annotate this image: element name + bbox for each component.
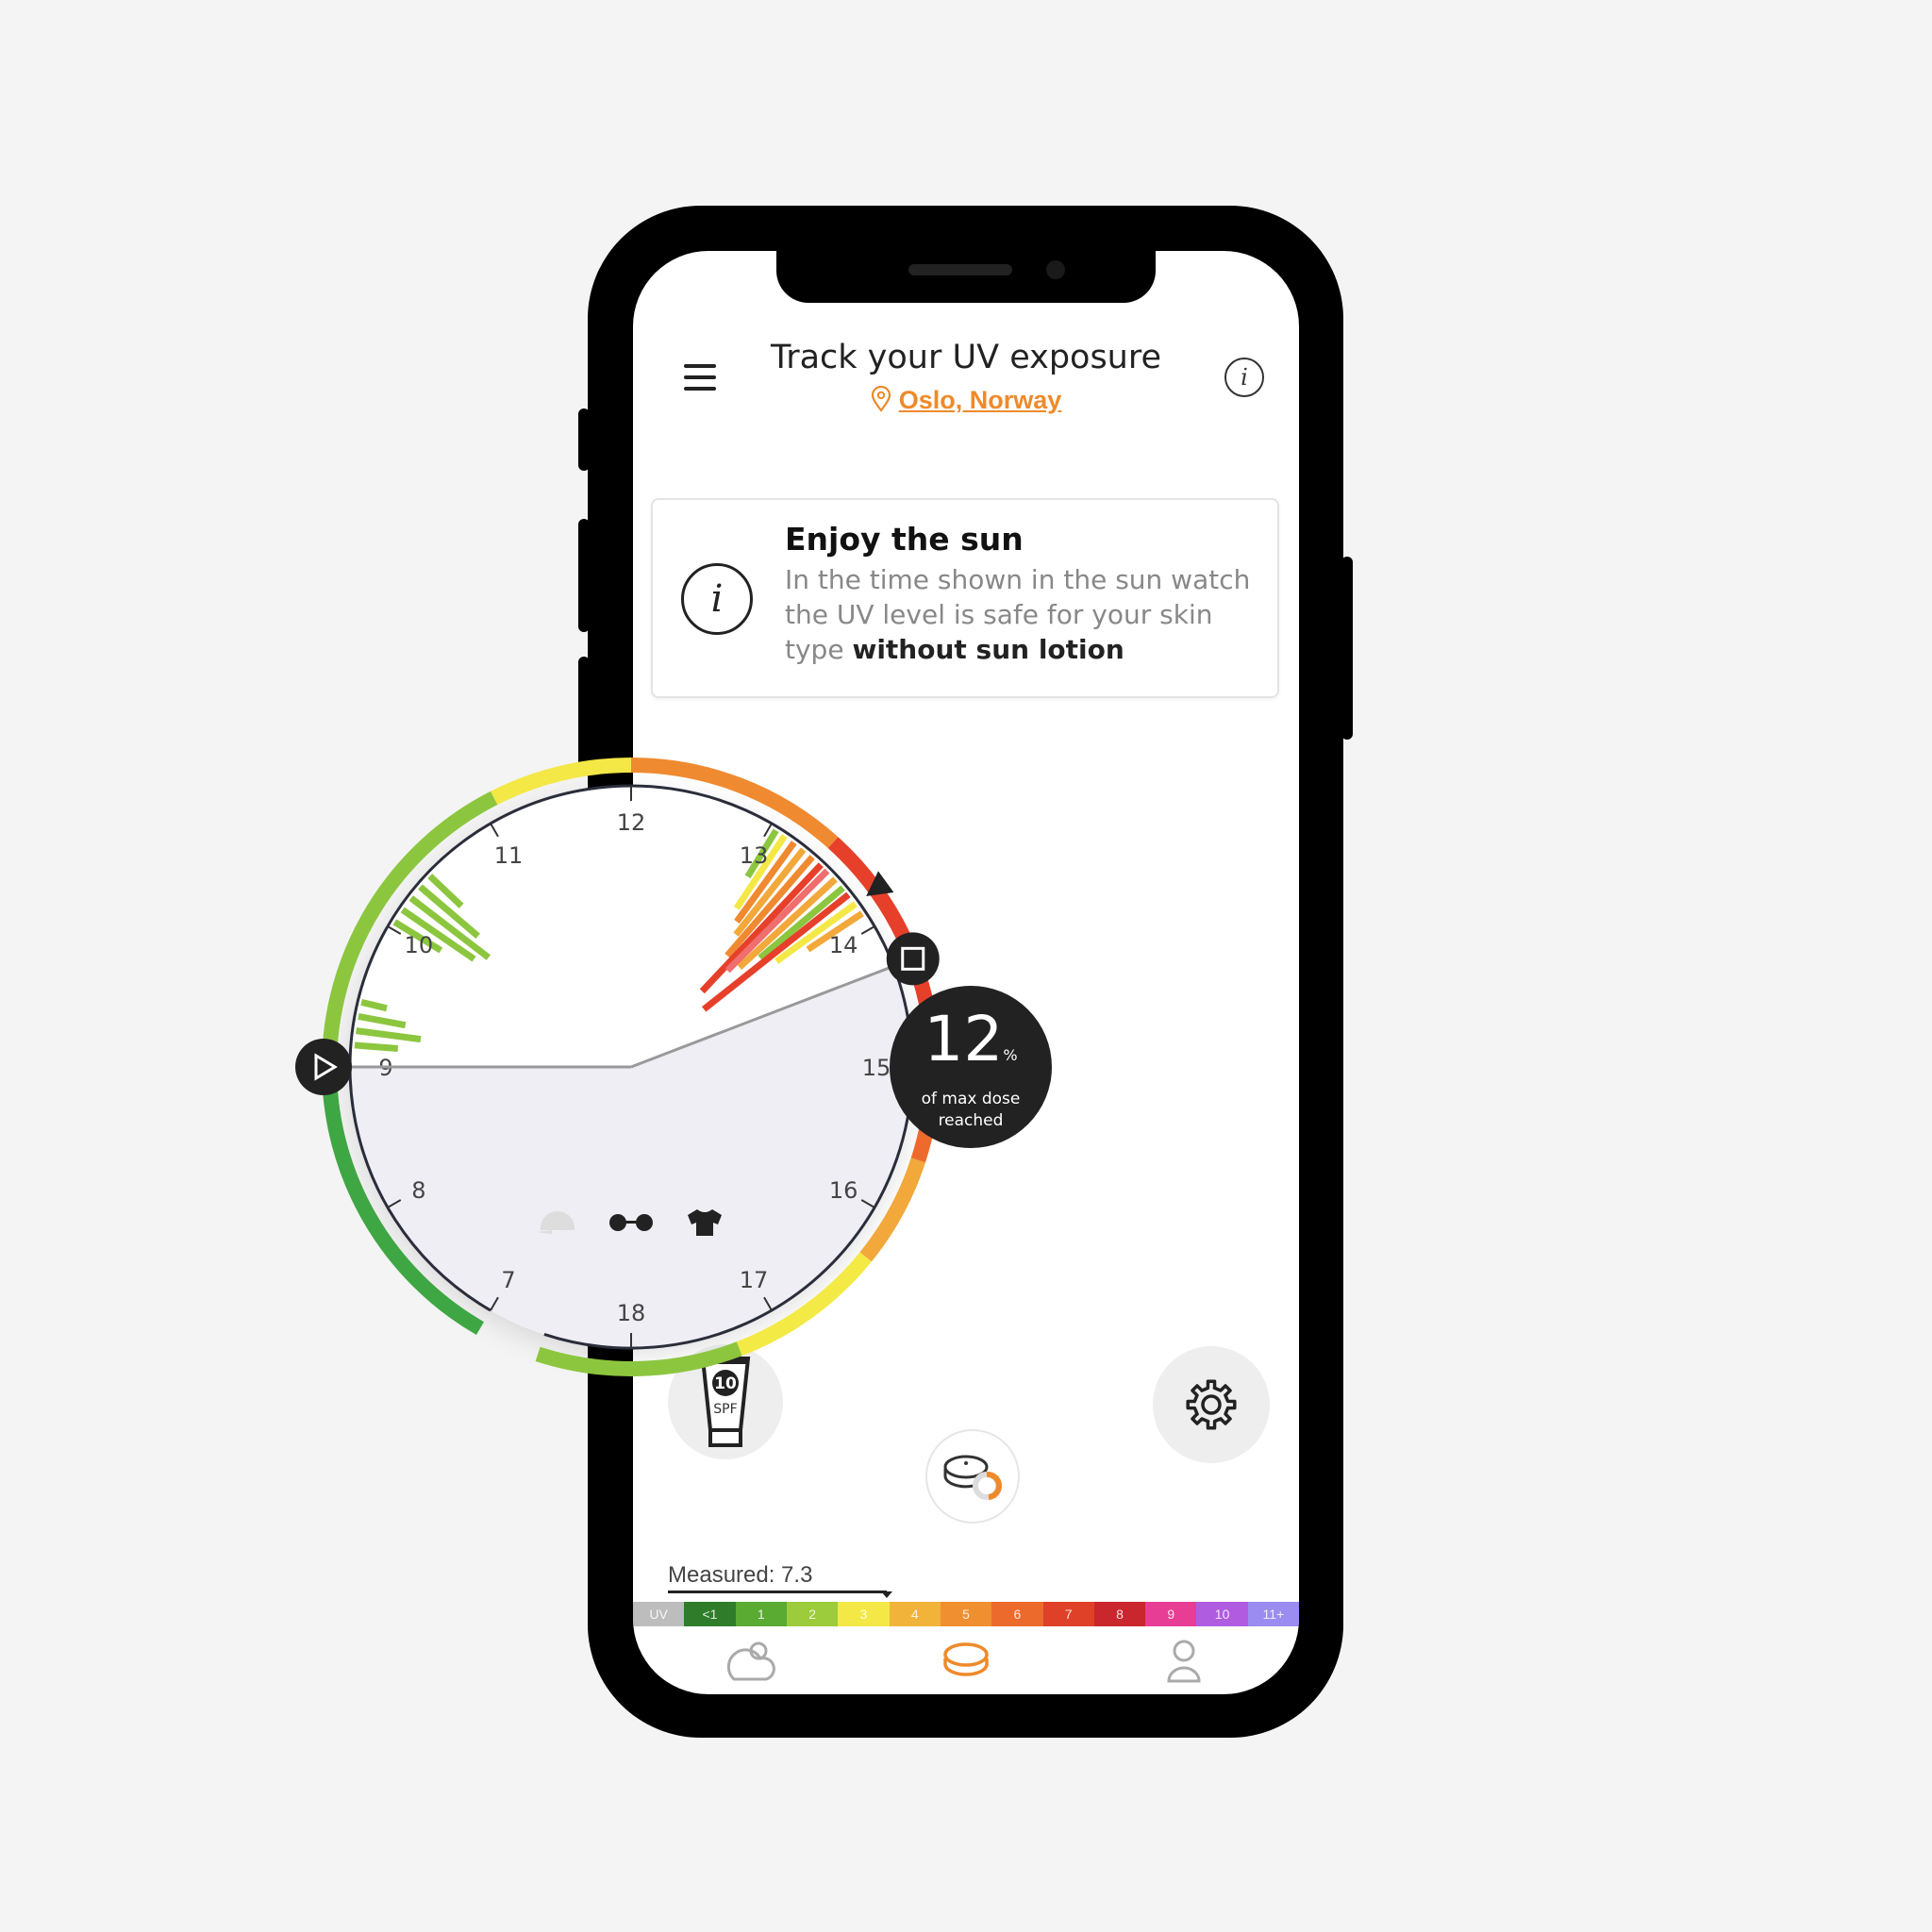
uv-scale-cell: 7	[1042, 1602, 1094, 1626]
uv-scale-cell: <1	[684, 1602, 736, 1626]
hour-label: 7	[501, 1267, 515, 1293]
sensor-button[interactable]	[925, 1429, 1020, 1524]
info-icon[interactable]: i	[1224, 358, 1264, 397]
bottom-nav	[633, 1638, 1299, 1694]
uv-scale-cell: 4	[889, 1602, 941, 1626]
measured-indicator-line	[668, 1591, 887, 1593]
location-link[interactable]: Oslo, Norway	[633, 385, 1299, 415]
dose-badge: 12% of max dose reached	[890, 986, 1052, 1148]
nav-sensor[interactable]	[938, 1638, 994, 1685]
card-body-bold: without sun lotion	[852, 634, 1124, 665]
nav-weather[interactable]	[723, 1638, 779, 1685]
hour-label: 12	[617, 809, 646, 836]
hour-label: 10	[405, 932, 434, 958]
mute-switch	[578, 408, 590, 471]
stop-button-bg	[886, 932, 940, 986]
sensor-coin-icon	[943, 1455, 1002, 1500]
location-pin-icon	[871, 385, 891, 412]
page-title: Track your UV exposure	[770, 339, 1162, 376]
hour-label: 11	[494, 842, 524, 869]
speaker	[908, 264, 1012, 275]
uv-scale-cell: 9	[1145, 1602, 1197, 1626]
uv-scale-cell: 1	[735, 1602, 787, 1626]
card-body: In the time shown in the sun watch the U…	[785, 562, 1266, 667]
uv-scale-cell: UV	[633, 1602, 685, 1626]
hour-label: 17	[740, 1267, 769, 1293]
weather-icon	[726, 1641, 775, 1681]
measured-indicator-arrow	[881, 1591, 892, 1598]
hour-label: 13	[740, 842, 769, 869]
notch	[776, 251, 1156, 303]
sun-watch-dial: 789101112131415161718	[295, 758, 941, 1376]
uv-scale-cell: 8	[1093, 1602, 1146, 1626]
nav-profile[interactable]	[1156, 1638, 1212, 1685]
uv-scale-cell: 5	[940, 1602, 992, 1626]
uv-scale-cell: 3	[838, 1602, 890, 1626]
uv-bar	[354, 1041, 399, 1053]
uv-scale-cell: 2	[786, 1602, 839, 1626]
info-icon: i	[681, 563, 753, 635]
hour-label: 8	[411, 1177, 425, 1204]
info-card: i Enjoy the sun In the time shown in the…	[651, 498, 1279, 698]
settings-button[interactable]	[1153, 1346, 1270, 1463]
start-button-bg	[295, 1039, 352, 1095]
uv-scale-cell: 10	[1196, 1602, 1248, 1626]
power-button	[1341, 557, 1353, 740]
stop-button[interactable]	[886, 932, 940, 986]
dose-unit: %	[1003, 1046, 1018, 1064]
dose-value: 12	[924, 1003, 1004, 1075]
location-text: Oslo, Norway	[898, 386, 1062, 414]
sensor-coin-icon	[943, 1642, 989, 1676]
hour-label: 16	[829, 1177, 858, 1204]
profile-icon	[1167, 1640, 1201, 1683]
hour-label: 18	[617, 1300, 646, 1326]
dose-caption-1: of max dose	[921, 1090, 1021, 1108]
gear-icon	[1186, 1379, 1237, 1430]
hour-label: 15	[862, 1055, 891, 1081]
dose-caption-2: reached	[938, 1111, 1004, 1130]
volume-up-button	[578, 519, 590, 632]
uv-index-scale: UV <1 1 2 3 4 5 6 7 8 9 10 11+	[633, 1602, 1299, 1626]
uv-ring-segment	[535, 1341, 742, 1376]
camera	[1046, 260, 1065, 279]
uv-scale-cell: 6	[991, 1602, 1043, 1626]
start-button[interactable]	[295, 1039, 352, 1095]
card-title: Enjoy the sun	[785, 521, 1024, 558]
hour-label: 14	[829, 932, 858, 958]
measured-uv-label: Measured: 7.3	[668, 1562, 813, 1588]
uv-scale-cell: 11+	[1247, 1602, 1299, 1626]
